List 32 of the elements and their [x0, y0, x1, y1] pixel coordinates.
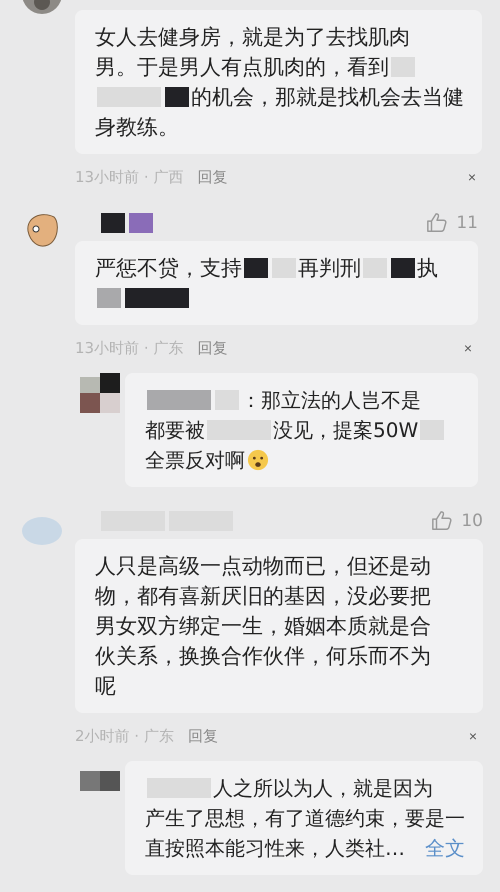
close-button[interactable]: ×	[464, 340, 472, 356]
comment-text: 身教练。	[95, 114, 179, 141]
comment-text: 伙关系，换换合作伙伴，何乐而不为	[95, 643, 431, 670]
reply-text: 直按照本能习性来，人类社…	[145, 834, 405, 862]
comment-text: 再判刑	[298, 255, 361, 282]
reply-button[interactable]: 回复	[197, 168, 228, 186]
reply-text: 人之所以为人，就是因为	[213, 774, 433, 802]
comment-text: 男女双方绑定一生，婚姻本质就是合	[95, 613, 431, 640]
comment-text: 呢	[95, 673, 116, 700]
close-button[interactable]: ×	[468, 169, 476, 185]
avatar-icon[interactable]	[80, 373, 120, 413]
comment-text: 严惩不贷，支持	[95, 255, 242, 282]
reply-button[interactable]: 回复	[197, 338, 228, 358]
comment-text: 的机会，那就是找机会去当健	[191, 84, 464, 111]
like-count: 10	[461, 511, 483, 531]
full-text-link[interactable]: 全文	[425, 834, 465, 862]
thumbs-up-icon[interactable]	[431, 510, 454, 532]
comment-text: 男。于是男人有点肌肉的，看到	[95, 54, 389, 81]
comment-text: 人只是高级一点动物而已，但还是动	[95, 553, 431, 580]
reply-text: 都要被	[145, 416, 205, 444]
reply-button[interactable]: 回复	[188, 726, 218, 746]
thumbs-up-icon[interactable]	[426, 212, 448, 234]
comment-text: 物，都有喜新厌旧的基因，没必要把	[95, 583, 431, 610]
reply-text: ：那立法的人岂不是	[241, 386, 421, 414]
reply-text: 全票反对啊	[145, 446, 245, 474]
close-button[interactable]: ×	[468, 728, 477, 744]
reply-text: 产生了思想，有了道德约束，要是一	[145, 804, 465, 832]
comment-text: 女人去健身房，就是为了去找肌肉	[95, 24, 410, 51]
comment-text: 执	[417, 255, 438, 282]
worried-face-icon	[247, 449, 269, 471]
like-count: 11	[456, 213, 478, 233]
reply-text: 没见，提案50W	[273, 416, 418, 444]
